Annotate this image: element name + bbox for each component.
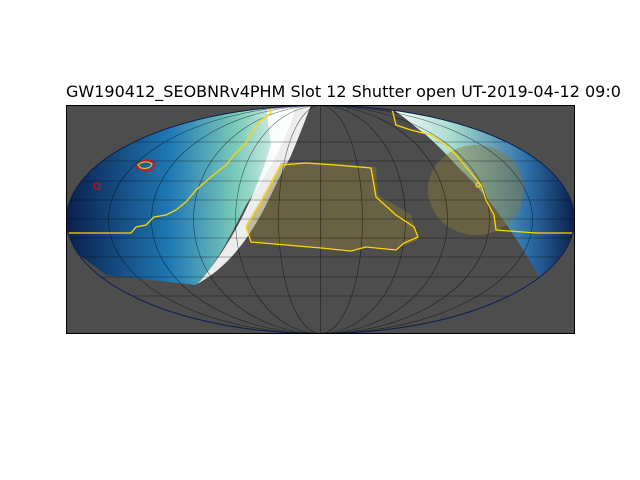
moon-exclusion-zone: [428, 145, 524, 235]
sky-map-plot: [66, 105, 575, 334]
figure-title: GW190412_SEOBNRv4PHM Slot 12 Shutter ope…: [66, 82, 621, 101]
sky-layer: [66, 105, 575, 334]
sky-map-svg: [66, 105, 575, 334]
